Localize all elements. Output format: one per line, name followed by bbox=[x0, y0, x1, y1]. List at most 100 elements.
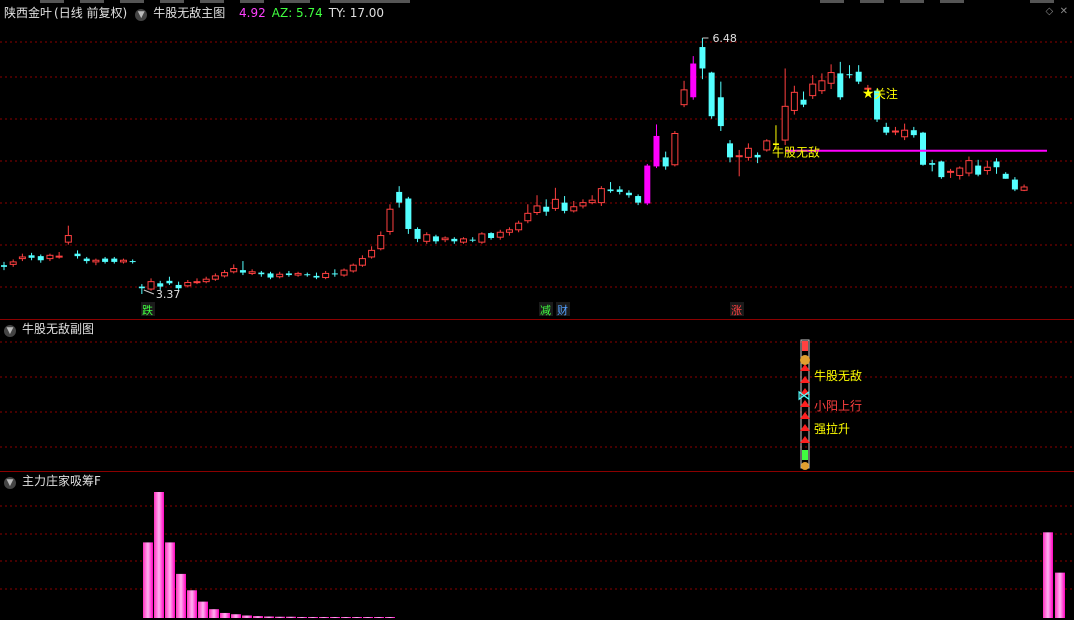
main-chart-canvas[interactable]: 6.48 3.37 ★ 关注牛股无敌跌 减财 涨 bbox=[0, 4, 1074, 318]
candle-body bbox=[818, 80, 826, 92]
candle-body bbox=[901, 129, 909, 138]
vol-bar bbox=[1043, 532, 1053, 618]
vol-chart-title[interactable]: 主力庄家吸筹F bbox=[22, 474, 101, 488]
candle-body bbox=[37, 256, 44, 261]
candle-body bbox=[827, 72, 835, 84]
candle-body bbox=[432, 236, 439, 242]
candle-body bbox=[543, 206, 550, 212]
candle-body bbox=[138, 286, 145, 289]
candle-body bbox=[304, 274, 311, 276]
candle-body bbox=[1011, 179, 1018, 190]
candle-body bbox=[635, 196, 642, 203]
sub-chart-title[interactable]: 牛股无敌副图 bbox=[22, 322, 94, 336]
candle-body bbox=[157, 283, 164, 287]
candle-body bbox=[340, 269, 348, 276]
vol-chart-canvas[interactable] bbox=[0, 472, 1074, 620]
candle-body bbox=[781, 105, 789, 141]
candle-body bbox=[947, 170, 955, 173]
candle-body bbox=[524, 212, 532, 222]
candle-body bbox=[460, 238, 467, 243]
candle-body bbox=[258, 272, 265, 275]
candle-body bbox=[129, 261, 136, 263]
sub-chart-panel[interactable]: ⋈ 牛股无敌 小阳上行 强拉升 ▼ 牛股无敌副图 bbox=[0, 319, 1074, 471]
vol-bar bbox=[385, 617, 395, 618]
candle-body bbox=[358, 258, 366, 266]
candle-body bbox=[28, 255, 35, 258]
vol-bar bbox=[187, 590, 197, 618]
candle-body bbox=[690, 63, 697, 98]
indicator-dropdown-icon[interactable]: ▼ bbox=[135, 9, 148, 21]
candle-body bbox=[386, 208, 394, 232]
sub-xiaoyang-label: 小阳上行 bbox=[814, 399, 862, 413]
sub-chart-canvas[interactable]: ⋈牛股无敌小阳上行强拉升 bbox=[0, 320, 1074, 471]
vol-bar bbox=[297, 616, 307, 618]
candle-body bbox=[662, 157, 669, 167]
candle-body bbox=[285, 273, 292, 276]
stock-name[interactable]: 陕西金叶 bbox=[4, 6, 52, 20]
vol-dropdown-icon[interactable]: ▼ bbox=[4, 477, 16, 489]
main-chart-panel[interactable]: 6.48 3.37 ★ 关注 牛股无敌跌 减财 涨 陕西金叶 (日线 前复权) ▼ 牛股无敌主图 … bbox=[0, 4, 1074, 318]
vol-bar bbox=[352, 617, 362, 618]
candle-body bbox=[55, 255, 63, 258]
vol-bar bbox=[176, 573, 186, 618]
vol-chart-panel[interactable]: ▼ 主力庄家吸筹F bbox=[0, 471, 1074, 620]
vol-bar bbox=[264, 616, 274, 618]
candle-body bbox=[239, 270, 246, 273]
candle-body bbox=[763, 140, 771, 151]
candle-body bbox=[551, 198, 559, 209]
sub-niugu-label: 牛股无敌 bbox=[814, 368, 862, 383]
cai-signal: 财 bbox=[557, 303, 568, 317]
jian-signal: 减 bbox=[540, 304, 551, 317]
candle-body bbox=[680, 89, 688, 106]
up-arrow-icon[interactable]: ◇ bbox=[1046, 6, 1054, 17]
candle-body bbox=[248, 271, 256, 274]
candle-body bbox=[883, 126, 890, 133]
candle-body bbox=[74, 253, 81, 257]
candle-body bbox=[579, 202, 587, 207]
candle-body bbox=[597, 188, 605, 204]
candle-body bbox=[92, 259, 100, 263]
candle-body bbox=[993, 161, 1000, 168]
candle-body bbox=[855, 71, 862, 82]
candle-body bbox=[910, 130, 917, 136]
candle-body bbox=[18, 256, 26, 260]
candle-body bbox=[478, 233, 486, 243]
candle-body bbox=[193, 281, 201, 284]
money-bag-icon-bottom bbox=[801, 462, 809, 470]
period-label[interactable]: (日线 前复权) bbox=[54, 6, 127, 20]
candle-body bbox=[1020, 186, 1028, 191]
candle-body bbox=[570, 206, 578, 212]
candle-body bbox=[46, 254, 54, 260]
close-icon[interactable]: ✕ bbox=[1060, 6, 1068, 17]
vol-bar bbox=[231, 614, 241, 618]
vol-bar bbox=[319, 617, 329, 618]
vol-bar bbox=[143, 542, 153, 618]
candle-body bbox=[368, 249, 376, 258]
sub-dropdown-icon[interactable]: ▼ bbox=[4, 325, 16, 337]
candle-body bbox=[221, 272, 229, 277]
vol-bar bbox=[242, 615, 252, 618]
indicator-name[interactable]: 牛股无敌主图 bbox=[153, 6, 225, 20]
low-price-label: 3.37 bbox=[156, 288, 181, 301]
vol-bar bbox=[198, 601, 208, 618]
candle-body bbox=[533, 205, 541, 214]
candle-body bbox=[147, 281, 155, 290]
niugu-main-label: 牛股无敌 bbox=[772, 145, 820, 160]
candle-body bbox=[469, 239, 476, 241]
candle-body bbox=[119, 259, 127, 263]
candle-body bbox=[505, 229, 513, 233]
candle-body bbox=[790, 91, 798, 111]
vol-bar bbox=[165, 542, 175, 618]
candle-body bbox=[1, 265, 7, 267]
candle-body bbox=[644, 165, 651, 204]
candle-body bbox=[102, 258, 109, 262]
candle-body bbox=[938, 161, 945, 178]
star-icon: ★ bbox=[862, 86, 875, 102]
candle-body bbox=[754, 154, 761, 158]
candle-body bbox=[111, 258, 118, 262]
indicator-value-az: AZ: 5.74 bbox=[271, 6, 323, 20]
sub-signal-top bbox=[802, 341, 808, 351]
candle-body bbox=[184, 281, 192, 287]
high-price-label: 6.48 bbox=[712, 32, 737, 45]
vol-bar bbox=[209, 609, 219, 618]
